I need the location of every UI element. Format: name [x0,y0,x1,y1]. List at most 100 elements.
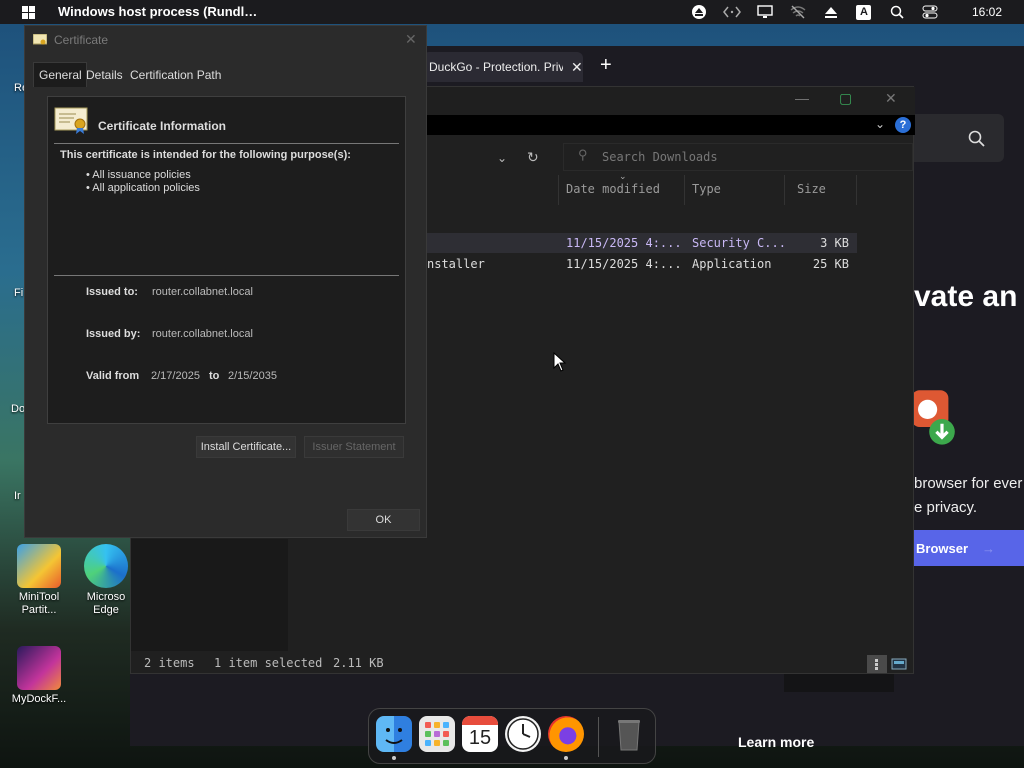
maximize-icon[interactable]: ▢ [839,90,852,107]
valid-to-value: 2/15/2035 [228,370,277,382]
dock-separator [598,717,599,757]
minitool-icon [17,544,61,588]
active-app-title: Windows host process (Rundl… [58,4,258,19]
eject-icon[interactable] [821,4,841,20]
upload-icon[interactable] [689,4,709,20]
issued-by-label: Issued by: [86,328,141,340]
valid-from-value: 2/17/2025 [151,370,200,382]
file-type: Security C... [692,236,786,250]
tab-details[interactable]: Details [86,68,123,82]
certificate-info-panel: Certificate Information This certificate… [47,96,406,424]
page-headline: vate an [914,280,1018,313]
tagline-line: e privacy. [914,499,978,516]
get-browser-button[interactable]: Browser → [914,530,1024,566]
keyboard-a-icon[interactable]: A [854,4,874,20]
calendar-icon[interactable]: 15 [462,716,498,752]
windows-logo-icon[interactable] [22,6,35,19]
issuer-statement-button[interactable]: Issuer Statement [304,436,404,458]
desktop-label-partial: Fi [14,287,24,299]
issued-to-label: Issued to: [86,286,138,298]
running-indicator [564,756,568,760]
code-icon[interactable] [722,4,742,20]
valid-from-label: Valid from [86,370,140,382]
firefox-icon[interactable] [548,716,584,752]
keyboard-letter: A [856,4,872,20]
monitor-icon[interactable] [755,4,775,20]
certificate-icon [54,107,88,134]
search-icon: ⚲ [578,148,588,163]
calendar-day: 15 [468,727,492,749]
ok-button[interactable]: OK [347,509,420,531]
close-icon[interactable]: ✕ [405,31,417,48]
divider [54,275,399,276]
column-date-modified[interactable]: Date modified [566,182,660,196]
install-certificate-button[interactable]: Install Certificate... [196,436,296,458]
column-size[interactable]: Size [797,182,826,196]
desktop-label-partial: Do [11,403,26,415]
tab-certification-path[interactable]: Certification Path [130,68,221,82]
desktop-label-partial: Ir [14,490,21,502]
tagline-line: browser for ever [914,475,1023,492]
mouse-cursor-icon [553,352,567,372]
minimize-icon[interactable]: — [795,90,809,106]
status-selected: 1 item selected [214,656,323,670]
issued-by-value: router.collabnet.local [152,328,253,340]
new-tab-button[interactable]: + [600,54,612,77]
clock[interactable]: 16:02 [972,5,1002,19]
tab-title: DuckGo - Protection. Priva [429,60,563,74]
toggle-icon[interactable] [920,4,940,20]
navigation-pane[interactable] [131,539,288,651]
refresh-icon[interactable]: ↻ [527,149,539,166]
column-type[interactable]: Type [692,182,721,196]
close-icon[interactable]: ✕ [571,59,583,76]
help-icon[interactable]: ? [895,117,911,133]
arrow-right-icon: → [982,540,996,556]
calendar-header [462,716,498,725]
top-menu-bar: Windows host process (Rundl… A 16:02 [0,0,1024,24]
clock-icon[interactable] [505,716,541,752]
status-bar: 2 items 1 item selected 2.11 KB [131,653,915,675]
desktop-icon-edge[interactable]: Microso Edge [76,544,136,617]
launchpad-icon[interactable] [419,716,455,752]
policy-item: • All application policies [86,182,200,194]
duckduckgo-download-icon [911,390,955,445]
valid-to-label: to [209,370,220,382]
search-downloads-input[interactable]: ⚲ Search Downloads [563,143,913,171]
file-date: 11/15/2025 4:... [566,236,682,250]
divider [54,143,399,144]
policy-item: • All issuance policies [86,169,191,181]
column-separator [856,175,857,205]
close-icon[interactable]: ✕ [885,90,897,107]
system-tray: A 16:02 [676,0,1024,24]
trash-icon[interactable] [611,716,647,752]
desktop-icon-minitool[interactable]: MiniTool Partit... [4,544,74,617]
sort-caret-icon: ⌄ [619,171,627,181]
edge-icon [84,544,128,588]
dialog-title: Certificate [54,33,109,47]
status-size: 2.11 KB [333,656,384,670]
finder-icon[interactable] [376,716,412,752]
page-tagline: browser for ever e privacy. [914,472,1022,520]
certificate-dialog: Certificate ✕ General Details Certificat… [24,25,427,538]
desktop-icon-mydock[interactable]: MyDockF... [4,646,74,706]
status-item-count: 2 items [144,656,195,670]
issued-to-value: router.collabnet.local [152,286,253,298]
column-separator [558,175,559,205]
file-row[interactable]: 11/15/2025 4:... Security C... 3 KB [427,233,857,253]
browser-tab-duckduckgo[interactable]: DuckGo - Protection. Priva ✕ [423,52,583,82]
search-icon[interactable] [887,4,907,20]
details-view-icon[interactable] [867,655,887,673]
learn-more-link[interactable]: Learn more [738,734,814,750]
purpose-text: This certificate is intended for the fol… [60,149,351,161]
certificate-info-heading: Certificate Information [98,119,227,133]
dock: 15 [368,708,656,764]
column-separator [784,175,785,205]
file-date: 11/15/2025 4:... [566,257,682,271]
no-wifi-icon[interactable] [788,4,808,20]
desktop-icon-label: MyDockF... [11,693,67,705]
tab-general[interactable]: General [33,62,87,87]
large-icons-view-icon[interactable] [889,655,909,673]
chevron-down-icon[interactable]: ⌄ [875,117,885,131]
search-placeholder: Search Downloads [602,150,718,164]
address-chevron-icon[interactable]: ⌄ [497,151,507,165]
